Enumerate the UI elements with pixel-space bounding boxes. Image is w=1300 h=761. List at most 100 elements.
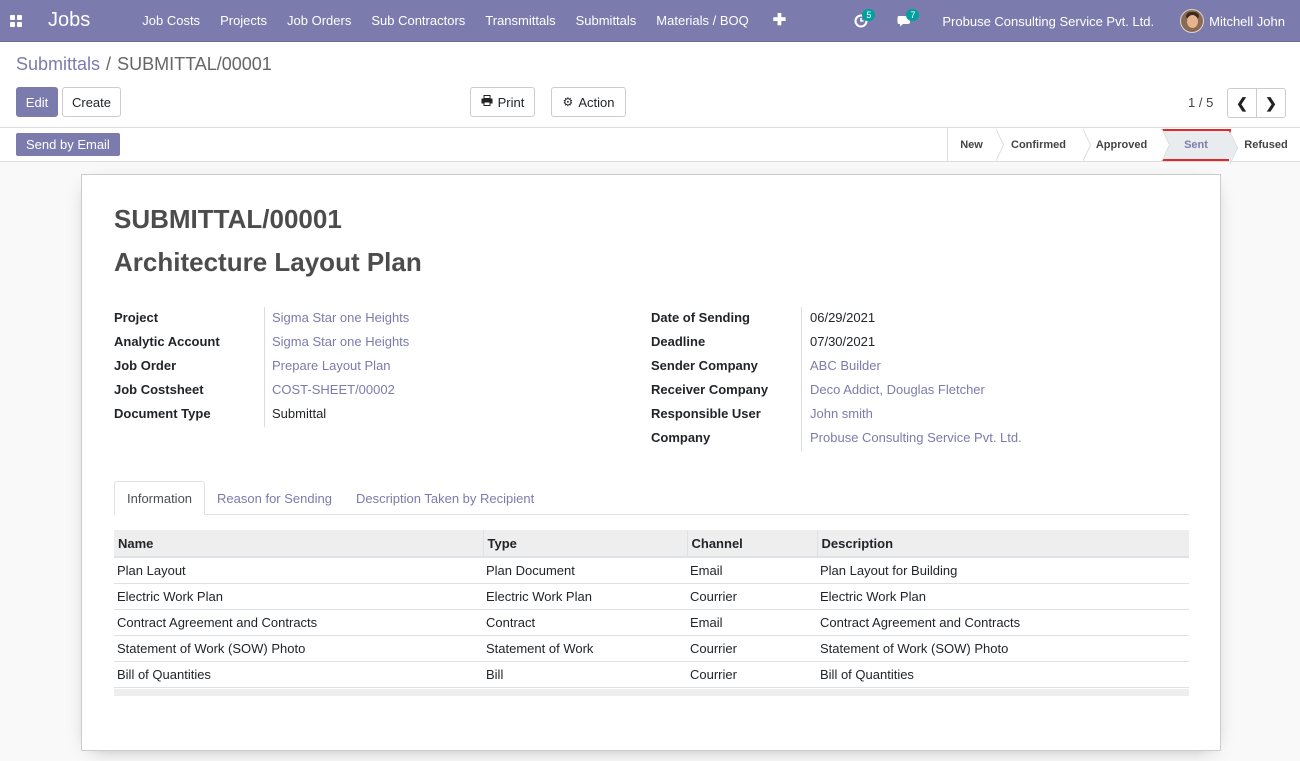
printer-icon bbox=[481, 95, 493, 109]
cell-name: Plan Layout bbox=[114, 557, 483, 584]
field-separator bbox=[264, 307, 265, 427]
job-order-value[interactable]: Prepare Layout Plan bbox=[272, 358, 391, 373]
field-separator bbox=[801, 307, 802, 451]
project-value[interactable]: Sigma Star one Heights bbox=[272, 310, 409, 325]
breadcrumb: Submittals / SUBMITTAL/00001 bbox=[16, 54, 272, 75]
pager-previous-button[interactable]: ❮ bbox=[1228, 89, 1257, 117]
breadcrumb-current: SUBMITTAL/00001 bbox=[117, 54, 272, 74]
document-type-label: Document Type bbox=[114, 405, 211, 421]
cell-description: Bill of Quantities bbox=[817, 661, 1189, 688]
date-of-sending-label: Date of Sending bbox=[651, 309, 750, 325]
breadcrumb-separator: / bbox=[106, 54, 112, 74]
menu-item-submittals[interactable]: Submittals bbox=[566, 0, 647, 42]
deadline-label: Deadline bbox=[651, 333, 706, 349]
column-header-name[interactable]: Name bbox=[114, 530, 484, 558]
responsible-user-value[interactable]: John smith bbox=[810, 406, 873, 421]
cell-channel: Courrier bbox=[687, 661, 817, 688]
app-brand[interactable]: Jobs bbox=[48, 9, 90, 32]
menu-item-job-orders[interactable]: Job Orders bbox=[277, 0, 361, 42]
tab-description-taken-by-recipient[interactable]: Description Taken by Recipient bbox=[344, 481, 546, 515]
stage-approved[interactable]: Approved bbox=[1082, 128, 1170, 162]
responsible-user-label: Responsible User bbox=[651, 405, 761, 421]
messages-icon[interactable]: 7 bbox=[894, 9, 920, 32]
action-button[interactable]: ⚙ Action bbox=[551, 87, 626, 117]
pager-next-button[interactable]: ❯ bbox=[1257, 89, 1285, 117]
menu-item-sub-contractors[interactable]: Sub Contractors bbox=[361, 0, 475, 42]
receiver-company-value[interactable]: Deco Addict, Douglas Fletcher bbox=[810, 382, 985, 397]
record-title: Architecture Layout Plan bbox=[114, 247, 422, 277]
menu-item-projects[interactable]: Projects bbox=[210, 0, 277, 42]
pager-value[interactable]: 1 / 5 bbox=[1188, 95, 1213, 110]
lines-table: Name Type Channel Description Plan Layou… bbox=[114, 530, 1189, 688]
stage-sent[interactable]: Sent bbox=[1161, 129, 1238, 165]
cell-channel: Courrier bbox=[687, 635, 817, 662]
company-switcher[interactable]: Probuse Consulting Service Pvt. Ltd. bbox=[942, 14, 1154, 29]
menu-item-transmittals[interactable]: Transmittals bbox=[475, 0, 565, 42]
stage-confirmed[interactable]: Confirmed bbox=[995, 128, 1091, 162]
company-label: Company bbox=[651, 429, 711, 445]
cell-description: Contract Agreement and Contracts bbox=[817, 609, 1189, 636]
cell-channel: Email bbox=[687, 609, 817, 636]
analytic-account-value[interactable]: Sigma Star one Heights bbox=[272, 334, 409, 349]
stage-refused[interactable]: Refused bbox=[1231, 128, 1300, 162]
table-row[interactable]: Statement of Work (SOW) Photo Statement … bbox=[114, 635, 1189, 662]
sender-company-value[interactable]: ABC Builder bbox=[810, 358, 881, 373]
table-row[interactable]: Electric Work Plan Electric Work Plan Co… bbox=[114, 583, 1189, 610]
send-by-email-button[interactable]: Send by Email bbox=[16, 133, 120, 156]
job-order-label: Job Order bbox=[114, 357, 177, 373]
activity-count-badge: 5 bbox=[862, 9, 876, 21]
breadcrumb-submittals-link[interactable]: Submittals bbox=[16, 54, 100, 75]
record-number: SUBMITTAL/00001 bbox=[114, 204, 342, 234]
table-row[interactable]: Plan Layout Plan Document Email Plan Lay… bbox=[114, 557, 1189, 584]
user-menu[interactable]: Mitchell John bbox=[1209, 14, 1285, 29]
cell-type: Statement of Work bbox=[483, 635, 687, 662]
column-header-description[interactable]: Description bbox=[817, 530, 1189, 558]
messages-count-badge: 7 bbox=[906, 9, 920, 21]
user-avatar[interactable] bbox=[1180, 9, 1205, 33]
table-row[interactable]: Contract Agreement and Contracts Contrac… bbox=[114, 609, 1189, 636]
column-header-type[interactable]: Type bbox=[483, 530, 688, 558]
stage-new[interactable]: New bbox=[948, 128, 1004, 162]
project-label: Project bbox=[114, 309, 159, 325]
print-button[interactable]: Print bbox=[470, 87, 535, 117]
table-row[interactable]: Bill of Quantities Bill Courrier Bill of… bbox=[114, 661, 1189, 688]
cell-description: Electric Work Plan bbox=[817, 583, 1189, 610]
menu-item-materials-boq[interactable]: Materials / BOQ bbox=[646, 0, 758, 42]
menu-item-job-costs[interactable]: Job Costs bbox=[132, 0, 210, 42]
date-of-sending-value: 06/29/2021 bbox=[810, 309, 876, 325]
create-button[interactable]: Create bbox=[62, 87, 121, 117]
right-field-group: Date of Sending 06/29/2021 Deadline 07/30/… bbox=[651, 305, 1022, 449]
tab-information[interactable]: Information bbox=[114, 481, 206, 515]
deadline-value: 07/30/2021 bbox=[810, 333, 876, 349]
plus-icon[interactable]: ✚ bbox=[759, 0, 802, 42]
cell-description: Plan Layout for Building bbox=[817, 557, 1189, 584]
sender-company-label: Sender Company bbox=[651, 357, 758, 373]
tab-reason-for-sending[interactable]: Reason for Sending bbox=[205, 481, 344, 515]
document-type-value: Submittal bbox=[272, 405, 327, 421]
cell-channel: Courrier bbox=[687, 583, 817, 610]
gear-icon: ⚙ bbox=[562, 95, 574, 109]
job-costsheet-label: Job Costsheet bbox=[114, 381, 204, 397]
apps-menu-icon[interactable] bbox=[0, 3, 32, 39]
top-navbar: Jobs Job Costs Projects Job Orders Sub C… bbox=[0, 0, 1300, 42]
edit-button[interactable]: Edit bbox=[16, 87, 58, 117]
cell-name: Electric Work Plan bbox=[114, 583, 483, 610]
cell-type: Electric Work Plan bbox=[483, 583, 687, 610]
cell-name: Statement of Work (SOW) Photo bbox=[114, 635, 483, 662]
cell-type: Plan Document bbox=[483, 557, 687, 584]
pager-buttons: ❮ ❯ bbox=[1227, 88, 1286, 118]
cell-description: Statement of Work (SOW) Photo bbox=[817, 635, 1189, 662]
left-field-group: Project Sigma Star one Heights Analytic A… bbox=[114, 305, 409, 425]
notebook-tabs: Information Reason for Sending Descripti… bbox=[114, 481, 1189, 515]
cell-channel: Email bbox=[687, 557, 817, 584]
cell-type: Bill bbox=[483, 661, 687, 688]
action-label: Action bbox=[578, 94, 615, 110]
analytic-account-label: Analytic Account bbox=[114, 333, 220, 349]
column-header-channel[interactable]: Channel bbox=[687, 530, 818, 558]
table-footer bbox=[114, 689, 1189, 696]
activity-icon[interactable]: 5 bbox=[850, 9, 876, 32]
company-value[interactable]: Probuse Consulting Service Pvt. Ltd. bbox=[810, 430, 1022, 445]
job-costsheet-value[interactable]: COST-SHEET/00002 bbox=[272, 382, 395, 397]
print-label: Print bbox=[497, 94, 525, 110]
form-sheet: SUBMITTAL/00001 Architecture Layout Plan… bbox=[81, 174, 1221, 751]
